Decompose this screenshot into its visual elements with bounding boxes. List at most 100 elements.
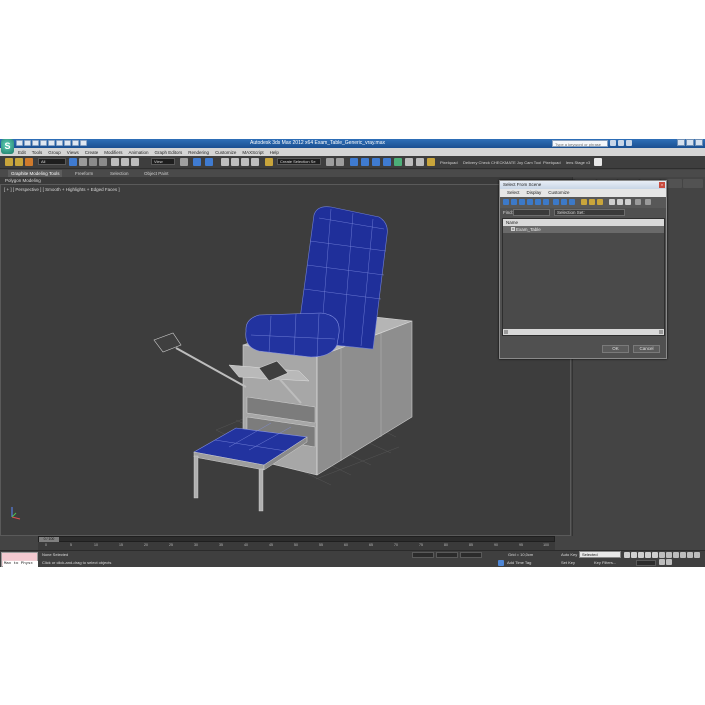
tab-freeform[interactable]: Freeform [72, 170, 96, 177]
selection-set-dropdown[interactable]: Selection Set: [554, 209, 625, 216]
ok-button[interactable]: OK [602, 345, 629, 353]
teapot-render-icon[interactable] [594, 158, 602, 166]
render-setup-icon[interactable] [405, 158, 413, 166]
menu-item-rendering[interactable]: Rendering [188, 150, 209, 155]
perspective-viewport[interactable]: [ + ] [ Perspective ] [ Smooth + Highlig… [0, 184, 571, 536]
binoculars-icon[interactable] [610, 140, 616, 146]
graphite-toggle-icon[interactable] [361, 158, 369, 166]
key-mode-dropdown[interactable]: Selected [579, 551, 621, 558]
utilities-tab-icon[interactable] [682, 179, 703, 188]
app-logo-button[interactable]: S [1, 139, 14, 154]
help-icon[interactable] [626, 140, 632, 146]
display-geometry-icon[interactable] [503, 199, 509, 205]
z-coordinate-field[interactable] [460, 552, 482, 558]
go-to-end-icon[interactable] [652, 552, 658, 558]
zoom-extents-icon[interactable] [673, 552, 679, 558]
maximize-button[interactable] [686, 139, 694, 146]
undo-icon[interactable] [40, 140, 47, 146]
dialog-menu-display[interactable]: Display [527, 189, 542, 197]
dialog-menu-select[interactable]: Select [507, 189, 520, 197]
menu-item-modifiers[interactable]: Modifiers [104, 150, 122, 155]
tab-selection[interactable]: Selection [107, 170, 132, 177]
close-button[interactable] [695, 139, 703, 146]
dialog-close-button[interactable]: × [659, 182, 665, 188]
mirror-icon[interactable] [326, 158, 334, 166]
search-input[interactable]: Type a keyword or phrase [552, 140, 608, 147]
set-key-button[interactable]: Set Key [561, 560, 575, 565]
tab-graphite-modeling-tools[interactable]: Graphite Modeling Tools [8, 170, 63, 177]
spinner-snap-icon[interactable] [251, 158, 259, 166]
bind-space-warp-icon[interactable] [25, 158, 33, 166]
menu-item-group[interactable]: Group [48, 150, 61, 155]
menu-item-customize[interactable]: Customize [215, 150, 236, 155]
column-icon[interactable] [617, 199, 623, 205]
horizontal-scrollbar[interactable] [503, 329, 664, 335]
scale-icon[interactable] [131, 158, 139, 166]
select-all-icon[interactable] [581, 199, 587, 205]
scroll-left-arrow-icon[interactable] [504, 330, 508, 334]
select-manipulate-icon[interactable] [193, 158, 201, 166]
go-to-start-icon[interactable] [624, 552, 630, 558]
auto-key-button[interactable]: Auto Key [561, 552, 577, 557]
previous-frame-icon[interactable] [631, 552, 637, 558]
list-item[interactable]: Exam_Table [503, 226, 664, 233]
menu-item-tools[interactable]: Tools [32, 150, 43, 155]
filter-icon[interactable] [635, 199, 641, 205]
zoom-all-icon[interactable] [666, 552, 672, 558]
key-filters-button[interactable]: Key Filters... [594, 560, 616, 565]
find-input[interactable] [513, 209, 550, 216]
layers-icon[interactable] [625, 199, 631, 205]
script-tools-text[interactable]: Delivery Check CHECKMATE Joy Cam Tool [463, 160, 541, 165]
field-of-view-icon[interactable] [687, 552, 693, 558]
angle-snap-icon[interactable] [231, 158, 239, 166]
scroll-right-arrow-icon[interactable] [659, 330, 663, 334]
display-lights-icon[interactable] [519, 199, 525, 205]
selection-filter-dropdown[interactable]: All [38, 158, 66, 165]
pixelquad-button-2[interactable]: Pixelquad [543, 160, 561, 165]
material-editor-icon[interactable] [394, 158, 402, 166]
zoom-extents-all-icon[interactable] [680, 552, 686, 558]
select-none-icon[interactable] [589, 199, 595, 205]
layer-manager-icon[interactable] [350, 158, 358, 166]
display-cameras-icon[interactable] [527, 199, 533, 205]
menu-item-animation[interactable]: Animation [129, 150, 149, 155]
maximize-viewport-icon[interactable] [666, 559, 672, 565]
move-icon[interactable] [111, 158, 119, 166]
open-file-icon[interactable] [24, 140, 31, 146]
unlink-icon[interactable] [15, 158, 23, 166]
schematic-view-icon[interactable] [383, 158, 391, 166]
add-time-tag-button[interactable]: Add Time Tag [507, 560, 531, 565]
align-icon[interactable] [336, 158, 344, 166]
maxscript-output[interactable] [2, 553, 37, 560]
display-xrefs-icon[interactable] [561, 199, 567, 205]
menu-item-maxscript[interactable]: MAXScript [242, 150, 263, 155]
viewport-label-menu[interactable]: [ + ] [ Perspective ] [ Smooth + Highlig… [4, 187, 120, 192]
redo-icon[interactable] [48, 140, 55, 146]
curve-editor-icon[interactable] [372, 158, 380, 166]
minimize-button[interactable] [677, 139, 685, 146]
star-icon[interactable] [618, 140, 624, 146]
dialog-menu-customize[interactable]: Customize [548, 189, 569, 197]
next-frame-icon[interactable] [645, 552, 651, 558]
select-by-name-icon[interactable] [79, 158, 87, 166]
render-production-icon[interactable] [427, 158, 435, 166]
rotate-icon[interactable] [121, 158, 129, 166]
display-shapes-icon[interactable] [511, 199, 517, 205]
menu-item-graph-editors[interactable]: Graph Editors [155, 150, 183, 155]
menu-item-help[interactable]: Help [270, 150, 279, 155]
display-helpers-icon[interactable] [535, 199, 541, 205]
fetch-icon[interactable] [64, 140, 71, 146]
pivot-center-icon[interactable] [180, 158, 188, 166]
menu-item-edit[interactable]: Edit [18, 150, 26, 155]
sort-icon[interactable] [609, 199, 615, 205]
keyboard-shortcut-icon[interactable] [205, 158, 213, 166]
maxscript-input[interactable]: Max to Physx [3, 561, 38, 567]
percent-snap-icon[interactable] [241, 158, 249, 166]
cancel-button[interactable]: Cancel [633, 345, 660, 353]
orbit-icon[interactable] [659, 559, 665, 565]
play-icon[interactable] [638, 552, 644, 558]
time-tag-icon[interactable] [498, 560, 504, 566]
link-icon[interactable] [5, 158, 13, 166]
hold-icon[interactable] [56, 140, 63, 146]
name-column-header[interactable]: Name [503, 219, 664, 226]
